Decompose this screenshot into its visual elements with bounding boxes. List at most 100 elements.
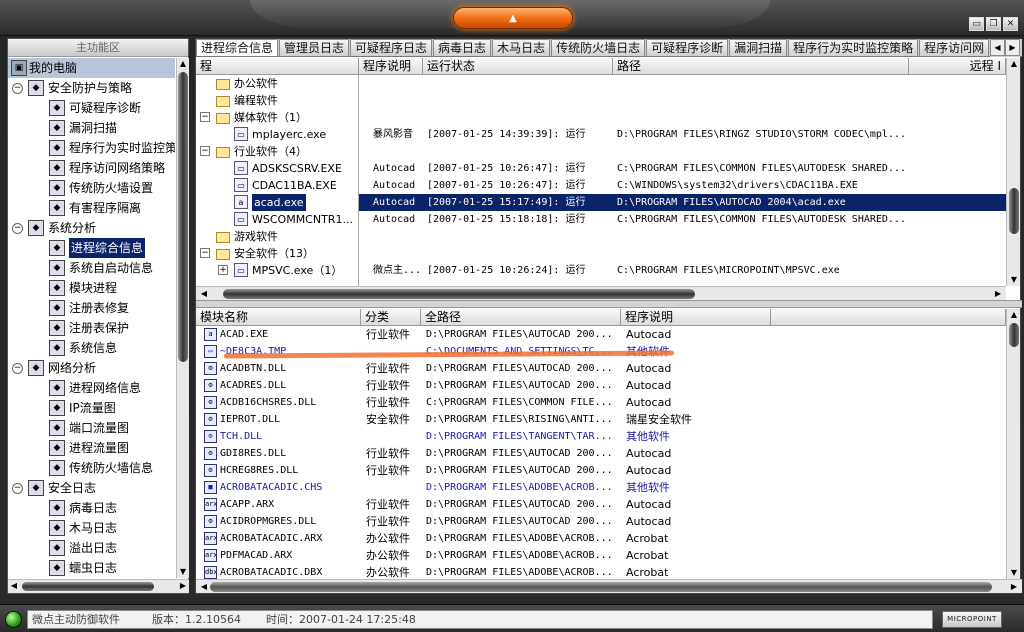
column-header-path[interactable]: 路径 bbox=[613, 58, 909, 75]
sidebar-vertical-scrollbar[interactable]: ▲ ▼ bbox=[176, 58, 189, 578]
expand-icon[interactable]: + bbox=[218, 265, 228, 275]
sidebar-item[interactable]: − ◆ 网络分析 bbox=[8, 358, 175, 378]
scroll-right-icon[interactable]: ▶ bbox=[992, 288, 1004, 300]
column-header-remote[interactable]: 远程 I bbox=[909, 58, 1006, 75]
collapse-icon[interactable]: − bbox=[200, 248, 210, 258]
module-row[interactable]: a ACAD.EXE 行业软件 D:\PROGRAM FILES\AUTOCAD 20… bbox=[196, 326, 1006, 343]
process-tree-item[interactable]: − 媒体软件（1） bbox=[196, 109, 358, 126]
sidebar-item[interactable]: ◆ 病毒日志 bbox=[8, 498, 175, 518]
tab[interactable]: 进程综合信息 bbox=[196, 39, 279, 56]
sidebar-item[interactable]: ◆ 程序访问网络策略 bbox=[8, 158, 175, 178]
scroll-up-icon[interactable]: ▲ bbox=[1008, 309, 1020, 321]
process-vertical-scrollbar[interactable]: ▲ ▼ bbox=[1006, 58, 1020, 286]
sidebar-item[interactable]: ◆ 系统信息 bbox=[8, 338, 175, 358]
module-row[interactable]: ⚙ ACADBTN.DLL 行业软件 D:\PROGRAM FILES\AUTOCAD… bbox=[196, 360, 1006, 377]
scroll-down-icon[interactable]: ▼ bbox=[177, 566, 189, 578]
column-header-module-name[interactable]: 模块名称 bbox=[196, 309, 361, 326]
module-row[interactable]: ⚙ HCREG8RES.DLL 行业软件 D:\PROGRAM FILES\AUTOC… bbox=[196, 462, 1006, 479]
module-row[interactable]: ⚙ IEPROT.DLL 安全软件 D:\PROGRAM FILES\RISING\A… bbox=[196, 411, 1006, 428]
process-row[interactable]: Autocad [2007-01-25 15:17:49]: 运行 D:\PROGR… bbox=[359, 194, 1006, 211]
collapse-icon[interactable]: − bbox=[200, 112, 210, 122]
process-tree-item[interactable]: a acad.exe bbox=[196, 194, 358, 211]
sidebar-item[interactable]: ◆ 进程流量图 bbox=[8, 438, 175, 458]
collapse-icon[interactable]: − bbox=[12, 223, 23, 234]
module-row[interactable]: ■ ACROBATACADIC.CHS D:\PROGRAM FILES\ADOBE… bbox=[196, 479, 1006, 496]
process-tree-item[interactable]: ▭ mplayerc.exe bbox=[196, 126, 358, 143]
scroll-thumb[interactable] bbox=[223, 289, 695, 299]
scroll-down-icon[interactable]: ▼ bbox=[1008, 274, 1020, 286]
sidebar-item[interactable]: − ◆ 安全防护与策略 bbox=[8, 78, 175, 98]
process-row[interactable]: 暴风影音 [2007-01-25 14:39:39]: 运行 D:\PROGRAM … bbox=[359, 126, 1006, 143]
main-menu-button[interactable]: ▲ bbox=[453, 7, 573, 29]
sidebar-item[interactable]: − ◆ 安全日志 bbox=[8, 478, 175, 498]
tab[interactable]: 传统防火墙日志 bbox=[551, 39, 646, 56]
column-header-description[interactable]: 程序说明 bbox=[359, 58, 423, 75]
process-horizontal-scrollbar[interactable]: ◀ ▶ bbox=[196, 286, 1006, 300]
sidebar-item[interactable]: ◆ 蠕虫日志 bbox=[8, 558, 175, 578]
scroll-thumb[interactable] bbox=[178, 72, 188, 362]
sidebar-item[interactable]: ◆ 注册表修复 bbox=[8, 298, 175, 318]
scroll-thumb[interactable] bbox=[1009, 188, 1019, 234]
module-row[interactable]: arx ACAPP.ARX 行业软件 D:\PROGRAM FILES\AUTOCAD… bbox=[196, 496, 1006, 513]
module-row[interactable]: arx PDFMACAD.ARX 办公软件 D:\PROGRAM FILES\ADOB… bbox=[196, 547, 1006, 564]
module-row[interactable]: ⚙ TCH.DLL D:\PROGRAM FILES\TANGENT\TAR... 其… bbox=[196, 428, 1006, 445]
module-row[interactable]: ⚙ ACIDROPMGRES.DLL 行业软件 D:\PROGRAM FILES\AU… bbox=[196, 513, 1006, 530]
scroll-right-icon[interactable]: ▶ bbox=[177, 580, 189, 592]
sidebar-item[interactable]: ◆ 可疑程序诊断 bbox=[8, 98, 175, 118]
tab[interactable]: 可疑程序诊断 bbox=[646, 39, 729, 56]
sidebar-item[interactable]: ◆ 程序行为实时监控策略 bbox=[8, 138, 175, 158]
collapse-icon[interactable]: − bbox=[12, 83, 23, 94]
scroll-down-icon[interactable]: ▼ bbox=[1008, 567, 1020, 579]
scroll-left-icon[interactable]: ◀ bbox=[8, 580, 20, 592]
panel-splitter[interactable] bbox=[196, 300, 1022, 308]
column-header-status[interactable]: 运行状态 bbox=[423, 58, 613, 75]
column-header-full-path[interactable]: 全路径 bbox=[421, 309, 621, 326]
module-vertical-scrollbar[interactable]: ▲ ▼ bbox=[1006, 309, 1020, 579]
tab[interactable]: 程序访问网 bbox=[919, 39, 990, 56]
process-row[interactable]: Autocad [2007-01-25 15:18:18]: 运行 C:\PROGR… bbox=[359, 211, 1006, 228]
column-header-program-description[interactable]: 程序说明 bbox=[621, 309, 771, 326]
scroll-up-icon[interactable]: ▲ bbox=[177, 58, 189, 70]
minimize-button[interactable]: ▭ bbox=[969, 17, 984, 31]
sidebar-item[interactable]: ◆ 端口流量图 bbox=[8, 418, 175, 438]
tab[interactable]: 漏洞扫描 bbox=[729, 39, 788, 56]
sidebar-item[interactable]: ◆ 传统防火墙设置 bbox=[8, 178, 175, 198]
sidebar-horizontal-scrollbar[interactable]: ◀ ▶ bbox=[8, 579, 189, 593]
module-horizontal-scrollbar[interactable]: ◀ ▶ bbox=[196, 579, 1022, 593]
tree-root-my-computer[interactable]: ▣ 我的电脑 bbox=[8, 58, 175, 78]
close-button[interactable]: ✕ bbox=[1003, 17, 1018, 31]
tab[interactable]: 可疑程序日志 bbox=[350, 39, 433, 56]
collapse-icon[interactable]: − bbox=[12, 483, 23, 494]
sidebar-item[interactable]: ◆ 注册表保护 bbox=[8, 318, 175, 338]
sidebar-item[interactable]: ◆ 有害程序隔离 bbox=[8, 198, 175, 218]
process-tree-item[interactable]: 办公软件 bbox=[196, 75, 358, 92]
sidebar-item[interactable]: ◆ 模块进程 bbox=[8, 278, 175, 298]
module-row[interactable]: ⚙ ACADRES.DLL 行业软件 D:\PROGRAM FILES\AUTOCAD… bbox=[196, 377, 1006, 394]
collapse-icon[interactable]: − bbox=[200, 146, 210, 156]
scroll-right-icon[interactable]: ▶ bbox=[1008, 581, 1020, 593]
process-row[interactable]: Autocad [2007-01-25 10:26:47]: 运行 C:\WINDO… bbox=[359, 177, 1006, 194]
scroll-left-icon[interactable]: ◀ bbox=[198, 288, 210, 300]
sidebar-item[interactable]: ◆ 漏洞扫描 bbox=[8, 118, 175, 138]
process-tree-item[interactable]: ▭ CDAC11BA.EXE bbox=[196, 177, 358, 194]
restore-button[interactable]: ❐ bbox=[986, 17, 1001, 31]
column-header-process[interactable]: 程 bbox=[196, 58, 359, 75]
module-row[interactable]: dbx ACROBATACADIC.DBX 办公软件 D:\PROGRAM FILES… bbox=[196, 564, 1006, 579]
scroll-up-icon[interactable]: ▲ bbox=[1008, 58, 1020, 70]
tab[interactable]: 管理员日志 bbox=[279, 39, 350, 56]
collapse-icon[interactable]: − bbox=[12, 363, 23, 374]
tab-next-icon[interactable]: ▶ bbox=[1005, 39, 1020, 56]
process-tree-item[interactable]: 编程软件 bbox=[196, 92, 358, 109]
sidebar-item[interactable]: ◆ 进程综合信息 bbox=[8, 238, 175, 258]
scroll-thumb[interactable] bbox=[1009, 323, 1019, 347]
process-tree-item[interactable]: − 行业软件（4） bbox=[196, 143, 358, 160]
process-tree-item[interactable]: 游戏软件 bbox=[196, 228, 358, 245]
process-tree-item[interactable]: − 安全软件（13） bbox=[196, 245, 358, 262]
scroll-thumb[interactable] bbox=[22, 582, 154, 591]
sidebar-item[interactable]: ◆ IP流量图 bbox=[8, 398, 175, 418]
process-tree-item[interactable]: + ▭ MPSVC.exe（1） bbox=[196, 262, 358, 279]
sidebar-item[interactable]: ◆ 传统防火墙信息 bbox=[8, 458, 175, 478]
module-row[interactable]: arx ACROBATACADIC.ARX 办公软件 D:\PROGRAM FILES… bbox=[196, 530, 1006, 547]
sidebar-item[interactable]: ◆ 进程网络信息 bbox=[8, 378, 175, 398]
tab[interactable]: 程序行为实时监控策略 bbox=[788, 39, 919, 56]
